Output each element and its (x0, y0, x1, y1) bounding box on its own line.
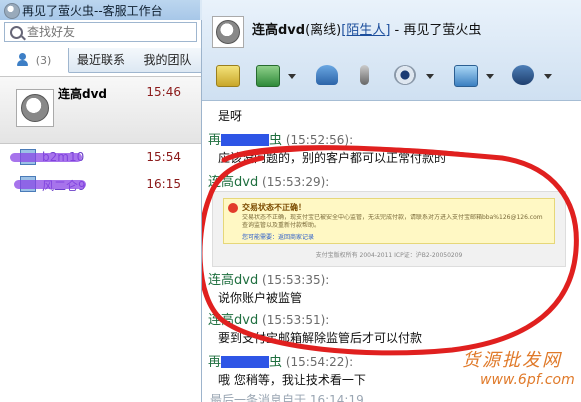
sender-name-tail: 虫 (269, 133, 283, 148)
service-button[interactable] (508, 62, 552, 88)
chat-partner-name: 连高dvd (252, 23, 306, 38)
contact-time: 16:15 (146, 177, 181, 191)
redaction-mark (221, 134, 270, 146)
last-message-note: 最后一条消息自于 16:14:19 (210, 393, 364, 402)
contact-item[interactable]: 风二仑9 16:15 (0, 171, 201, 197)
remote-assist-button[interactable] (450, 62, 494, 88)
quick-reply-button[interactable] (212, 62, 242, 88)
message-time: (15:53:51): (262, 313, 330, 327)
search-box[interactable] (4, 22, 197, 42)
message-text: 应该没问题的，别的客户都可以正常付款的 (218, 151, 447, 165)
quick-reply-icon (216, 65, 240, 87)
person-icon (16, 53, 28, 66)
chevron-down-icon[interactable] (486, 74, 494, 79)
error-title: 交易状态不正确！ (242, 203, 306, 212)
message-text: 要到支付宝邮箱解除监管后才可以付款 (218, 331, 423, 345)
chat-panel: 连高dvd(离线)[陌生人] - 再见了萤火虫 是呀 再 虫 (15:52:56… (202, 0, 581, 402)
chat-partner-status: (离线) (305, 23, 342, 38)
message-text: 是呀 (218, 109, 243, 123)
chat-title-suffix: - 再见了萤火虫 (390, 23, 482, 38)
sender-name: 再 (208, 355, 222, 370)
avatar (16, 89, 54, 127)
redaction-mark (221, 356, 270, 368)
message-time: (15:53:29): (262, 175, 330, 189)
app-icon (4, 3, 20, 19)
watermark-logo: 货源批发网 (462, 350, 562, 371)
error-link[interactable]: 您可能需要：返回商家记录 (242, 232, 314, 241)
title-bar: 再见了萤火虫--客服工作台 (0, 0, 200, 20)
chevron-down-icon[interactable] (544, 74, 552, 79)
sender-name-tail: 虫 (269, 355, 283, 370)
message-text: 说你账户被监管 (218, 291, 303, 305)
chevron-down-icon[interactable] (288, 74, 296, 79)
video-icon (394, 65, 416, 85)
sender-name: 连高dvd (208, 313, 259, 328)
message-time: (15:53:35): (262, 273, 330, 287)
chat-header: 连高dvd(离线)[陌生人] - 再见了萤火虫 (202, 0, 581, 101)
transfer-button[interactable] (252, 62, 296, 88)
avatar (212, 16, 244, 48)
message-header: 再 虫 (15:54:22): (208, 351, 353, 370)
error-body: 交易状态不正确，现支付宝已被安全中心监管，无法完成付款，请联系对方进入支付宝邮箱… (242, 214, 543, 229)
voice-icon (360, 65, 369, 85)
error-icon (228, 203, 238, 213)
window-title: 再见了萤火虫--客服工作台 (22, 4, 163, 18)
add-contact-icon (316, 65, 338, 85)
ink-scribble (14, 180, 86, 189)
message-header: 连高dvd (15:53:35): (208, 269, 329, 288)
stranger-tag[interactable]: [陌生人] (341, 23, 390, 38)
contact-item[interactable]: b2m10 15:54 (0, 144, 201, 170)
error-notice: 交易状态不正确！ 交易状态不正确，现支付宝已被安全中心监管，无法完成付款，请联系… (223, 198, 555, 244)
message-time: (15:54:22): (285, 355, 354, 369)
remote-assist-icon (454, 65, 478, 87)
watermark-url: www.6pf.com (480, 372, 575, 388)
message-time: (15:52:56): (285, 133, 354, 147)
video-button[interactable] (390, 62, 434, 88)
message-header: 再 虫 (15:52:56): (208, 129, 353, 148)
search-icon (10, 26, 23, 39)
contact-name: 连高dvd (58, 87, 108, 101)
sender-name: 连高dvd (208, 175, 259, 190)
message-header: 连高dvd (15:53:29): (208, 171, 329, 190)
contact-time: 15:54 (146, 150, 181, 164)
sender-name: 再 (208, 133, 222, 148)
contact-panel: (3) 最近联系 我的团队 连高dvd 15:46 b2m10 15:54 风二… (0, 20, 202, 402)
tab-recent[interactable]: 最近联系 (70, 48, 132, 72)
contact-item-active[interactable]: 连高dvd 15:46 (0, 76, 201, 144)
contact-time: 15:46 (146, 85, 181, 99)
tab-my-team[interactable]: 我的团队 (134, 48, 201, 72)
contact-tabs: (3) 最近联系 我的团队 (0, 48, 201, 73)
service-icon (512, 65, 534, 85)
add-contact-button[interactable] (312, 62, 342, 88)
screenshot-footer: 支付宝版权所有 2004-2011 ICP证：沪B2-20050209 (315, 252, 463, 259)
pasted-screenshot[interactable]: 交易状态不正确！ 交易状态不正确，现支付宝已被安全中心监管，无法完成付款，请联系… (212, 191, 566, 267)
search-input[interactable] (27, 24, 187, 40)
message-header: 连高dvd (15:53:51): (208, 309, 329, 328)
sender-name: 连高dvd (208, 273, 259, 288)
tab-contacts[interactable]: (3) (0, 48, 69, 73)
chevron-down-icon[interactable] (426, 74, 434, 79)
ink-scribble (10, 153, 82, 162)
transfer-icon (256, 65, 280, 87)
message-text: 哦 您稍等，我让技术看一下 (218, 373, 366, 387)
voice-button[interactable] (350, 62, 380, 88)
chat-title: 连高dvd(离线)[陌生人] - 再见了萤火虫 (252, 19, 481, 38)
tab-contacts-count: (3) (35, 54, 52, 67)
